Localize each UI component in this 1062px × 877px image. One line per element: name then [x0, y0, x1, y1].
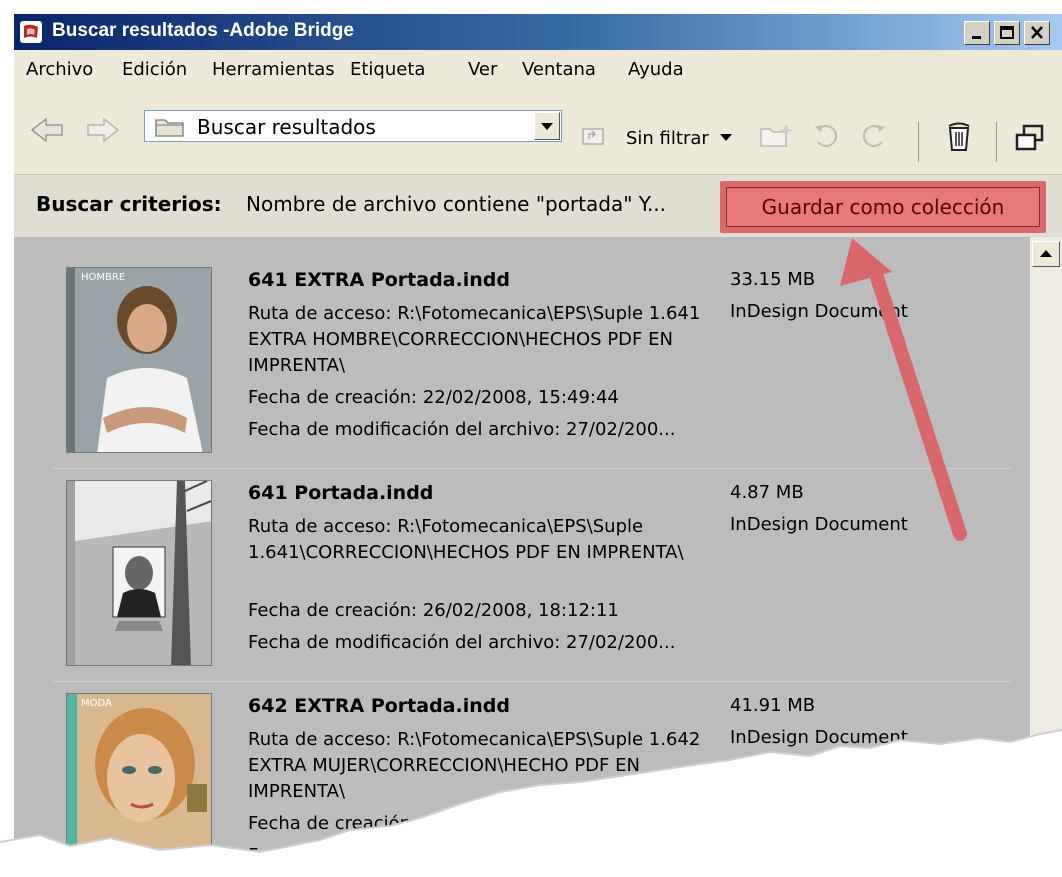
chevron-up-icon — [1040, 250, 1052, 257]
criteria-text: Nombre de archivo contiene "portada" Y..… — [246, 192, 667, 216]
result-type: InDesign Document — [730, 514, 908, 535]
result-item[interactable]: 641 Portada.indd Ruta de acceso: R:\Foto… — [14, 450, 1014, 666]
result-type: InDesign Document — [730, 301, 908, 322]
vertical-scrollbar[interactable] — [1030, 237, 1062, 877]
rotate-left-icon[interactable] — [812, 122, 840, 150]
result-created: Fecha de creación: 26/02/2008, 18:12:11 — [248, 600, 619, 621]
menu-bar: Archivo Edición Herramientas Etiqueta Ve… — [14, 50, 1062, 86]
save-as-collection-highlight: Guardar como colección — [720, 181, 1046, 233]
menu-ventana[interactable]: Ventana — [522, 59, 596, 80]
close-button[interactable] — [1024, 21, 1050, 45]
toolbar-separator-2 — [996, 122, 997, 162]
result-path: Ruta de acceso: R:\Fotomecanica\EPS\Supl… — [248, 516, 684, 563]
path-dropdown[interactable]: Buscar resultados — [144, 110, 562, 142]
menu-archivo[interactable]: Archivo — [26, 59, 93, 80]
result-modified: Fecha de modificación del archivo: 27/02… — [248, 419, 676, 440]
menu-ayuda[interactable]: Ayuda — [628, 59, 684, 80]
forward-arrow-icon[interactable] — [84, 116, 120, 144]
compact-mode-icon[interactable] — [1014, 124, 1046, 152]
result-path: Ruta de acceso: R:\Fotomecanica\EPS\Supl… — [248, 729, 701, 802]
result-item[interactable]: MODA 642 EXTRA Portada.indd Ruta de acce… — [14, 663, 1014, 877]
result-size: 4.87 MB — [730, 482, 804, 503]
thumbnail-label: HOMBRE — [81, 272, 125, 283]
result-name: 641 Portada.indd — [248, 482, 434, 504]
rotate-right-icon[interactable] — [860, 122, 888, 150]
result-path: Ruta de acceso: R:\Fotomecanica\EPS\Supl… — [248, 303, 701, 376]
result-modified: Fecha de — [248, 845, 329, 866]
result-type: InDesign Document — [730, 727, 908, 748]
result-size: 41.91 MB — [730, 695, 816, 716]
bridge-window: Buscar resultados -Adobe Bridge Archivo … — [14, 14, 1062, 877]
up-folder-icon[interactable] — [580, 124, 606, 148]
toolbar-separator — [918, 122, 919, 162]
result-name: 642 EXTRA Portada.indd — [248, 695, 510, 717]
menu-herramientas[interactable]: Herramientas — [212, 59, 335, 80]
result-size: 33.15 MB — [730, 269, 816, 290]
new-folder-icon[interactable] — [758, 120, 794, 150]
scroll-up-button[interactable] — [1032, 241, 1060, 267]
window-title: Buscar resultados -Adobe Bridge — [52, 20, 354, 41]
results-panel: HOMBRE 641 EXTRA Portada.indd Ruta de ac… — [14, 237, 1062, 877]
criteria-label: Buscar criterios: — [36, 192, 222, 216]
menu-etiqueta[interactable]: Etiqueta — [350, 59, 425, 80]
folder-icon — [155, 119, 184, 137]
path-text: Buscar resultados — [197, 115, 376, 139]
result-created: Fecha de creación: 22/02/2008, 15:49:44 — [248, 387, 619, 408]
back-arrow-icon[interactable] — [30, 116, 66, 144]
result-name: 641 EXTRA Portada.indd — [248, 269, 510, 291]
toolbar: Buscar resultados Sin filtrar — [14, 86, 1062, 175]
path-dropdown-button[interactable] — [534, 112, 560, 140]
thumbnail[interactable]: HOMBRE — [66, 267, 212, 453]
search-criteria-bar: Buscar criterios: Nombre de archivo cont… — [14, 175, 1062, 237]
trash-icon[interactable] — [946, 120, 972, 152]
maximize-button[interactable] — [994, 21, 1020, 45]
thumbnail-label: MODA — [81, 698, 112, 709]
save-as-collection-button[interactable]: Guardar como colección — [726, 187, 1040, 227]
menu-edicion[interactable]: Edición — [122, 59, 187, 80]
result-created: Fecha de creación: 28/02 — [248, 813, 475, 834]
minimize-button[interactable] — [964, 21, 990, 45]
result-item[interactable]: HOMBRE 641 EXTRA Portada.indd Ruta de ac… — [14, 237, 1014, 453]
chevron-down-icon — [541, 123, 553, 130]
filter-chevron-icon — [720, 134, 732, 141]
menu-ver[interactable]: Ver — [468, 59, 497, 80]
result-modified: Fecha de modificación del archivo: 27/02… — [248, 632, 676, 653]
adobe-bridge-icon — [20, 21, 42, 43]
filter-dropdown[interactable]: Sin filtrar — [626, 128, 709, 149]
title-bar[interactable]: Buscar resultados -Adobe Bridge — [14, 14, 1062, 50]
thumbnail[interactable]: MODA — [66, 693, 212, 877]
thumbnail[interactable] — [66, 480, 212, 666]
